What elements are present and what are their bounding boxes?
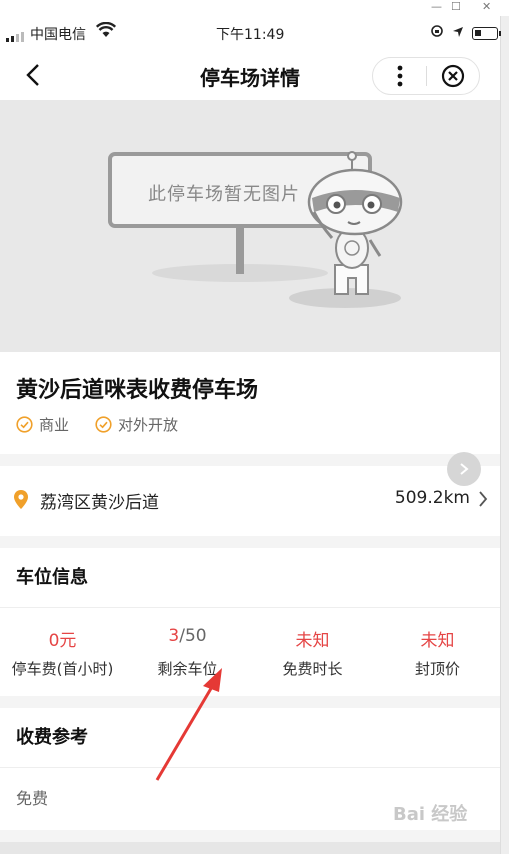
parking-info-card: 黄沙后道咪表收费停车场 商业 对外开放 [0, 352, 500, 454]
status-bar: 中国电信 下午11:49 [0, 16, 501, 52]
stat-label: 封顶价 [414, 660, 460, 678]
parking-name: 黄沙后道咪表收费停车场 [16, 378, 259, 403]
stat-value: 3/50 [125, 626, 250, 650]
section-title: 车位信息 [0, 548, 500, 608]
window-controls-bar: — ☐ ✕ [0, 0, 509, 16]
close-circle-icon [441, 64, 465, 88]
address-row[interactable]: 荔湾区黄沙后道 509.2km [0, 452, 500, 536]
adjacent-window-edge [500, 16, 509, 854]
tag-public-open: 对外开放 [95, 414, 178, 435]
battery-icon [472, 26, 501, 40]
signal-icon [6, 32, 24, 42]
remaining-count: 3 [168, 626, 180, 646]
no-image-text: 此停车场暂无图片 [148, 184, 300, 205]
tag-label: 商业 [39, 416, 70, 434]
no-image-illustration [108, 151, 403, 308]
wifi-icon [95, 21, 117, 42]
tag-commercial: 商业 [16, 414, 69, 435]
navigation-bar: 停车场详情 [0, 52, 500, 100]
section-title: 收费参考 [0, 708, 500, 768]
total-count: /50 [179, 626, 207, 646]
more-button[interactable] [373, 57, 426, 95]
location-arrow-icon [452, 24, 464, 42]
stat-label: 停车费(首小时) [11, 660, 114, 678]
chevron-right-icon [460, 463, 469, 475]
stat-remaining-spaces: 3/50 剩余车位 [125, 608, 250, 696]
distance-text: 509.2km [394, 488, 470, 508]
minimize-icon[interactable]: — [431, 0, 442, 14]
stat-value: 0元 [48, 631, 77, 651]
stat-label: 剩余车位 [157, 660, 218, 678]
close-button[interactable] [427, 57, 479, 95]
tag-label: 对外开放 [118, 416, 179, 434]
stat-free-duration: 未知 免费时长 [250, 608, 375, 696]
space-info-section: 车位信息 0元 停车费(首小时) 3/50 剩余车位 未知 免费时长 未知 封顶… [0, 548, 500, 696]
orientation-lock-icon [430, 24, 444, 42]
stat-value: 未知 [420, 631, 455, 651]
stat-label: 免费时长 [282, 660, 343, 678]
more-dots-icon [397, 65, 402, 87]
location-pin-icon [14, 490, 28, 513]
baidu-watermark: Bai 经验 [393, 804, 468, 825]
stat-value: 未知 [295, 631, 330, 651]
miniprogram-capsule [372, 57, 480, 95]
chevron-right-icon [478, 490, 488, 512]
stat-first-hour-fee: 0元 停车费(首小时) [0, 608, 125, 696]
parking-photo-placeholder: 此停车场暂无图片 [0, 100, 500, 352]
maximize-icon[interactable]: ☐ [451, 0, 461, 14]
phone-screen: 中国电信 下午11:49 停车场详情 此停车场暂无图片 黄沙后道咪表收费停车场 … [0, 16, 501, 854]
floating-arrow-button[interactable] [447, 452, 481, 486]
bottom-divider [0, 842, 500, 854]
address-text: 荔湾区黄沙后道 [40, 493, 159, 513]
clock: 下午11:49 [216, 27, 285, 43]
stat-max-price: 未知 封顶价 [375, 608, 500, 696]
check-circle-icon [95, 416, 112, 433]
carrier-label: 中国电信 [30, 27, 86, 43]
close-window-icon[interactable]: ✕ [482, 0, 491, 14]
check-circle-icon [16, 416, 33, 433]
